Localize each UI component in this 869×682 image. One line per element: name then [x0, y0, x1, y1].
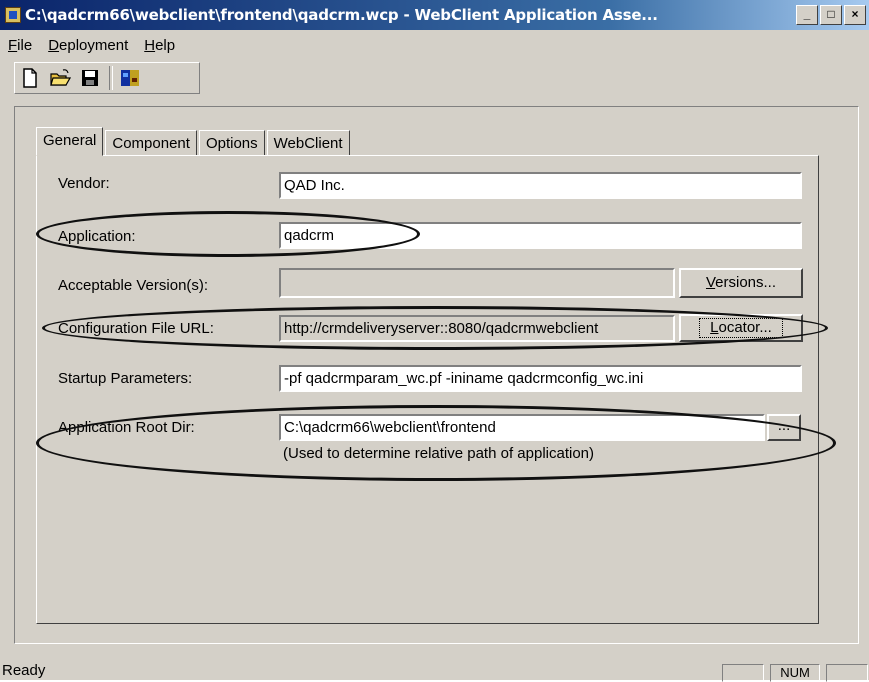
toolbar — [14, 62, 200, 94]
title-bar[interactable]: C:\qadcrm66\webclient\frontend\qadcrm.wc… — [0, 0, 869, 30]
save-disk-icon[interactable] — [79, 67, 101, 89]
tab-general[interactable]: General — [36, 127, 104, 156]
menu-bar: File Deployment Help — [0, 32, 183, 58]
menu-deployment[interactable]: Deployment — [48, 37, 128, 54]
status-num: NUM — [770, 664, 820, 682]
startup-params-label: Startup Parameters: — [58, 370, 193, 387]
status-cell-empty — [722, 664, 764, 682]
maximize-button[interactable]: □ — [820, 5, 842, 25]
status-text: Ready — [2, 662, 46, 679]
tab-options[interactable]: Options — [198, 130, 265, 156]
versions-field — [279, 268, 675, 298]
app-icon — [5, 7, 21, 23]
application-window: C:\qadcrm66\webclient\frontend\qadcrm.wc… — [0, 0, 869, 682]
highlight-ellipse-root-dir — [36, 405, 836, 481]
highlight-ellipse-application — [36, 211, 420, 257]
highlight-ellipse-config-url — [42, 306, 828, 350]
close-button[interactable]: × — [844, 5, 866, 25]
startup-params-field[interactable]: -pf qadcrmparam_wc.pf -ininame qadcrmcon… — [279, 365, 802, 392]
vendor-field[interactable]: QAD Inc. — [279, 172, 802, 199]
versions-button[interactable]: Versions... — [679, 268, 803, 298]
window-title: C:\qadcrm66\webclient\frontend\qadcrm.wc… — [25, 6, 658, 24]
status-bar: Ready NUM — [0, 656, 869, 682]
tab-strip: General Component Options WebClient — [36, 127, 352, 156]
tab-webclient[interactable]: WebClient — [266, 130, 350, 156]
deploy-icon[interactable] — [119, 67, 141, 89]
open-folder-icon[interactable] — [49, 67, 72, 89]
vendor-label: Vendor: — [58, 175, 110, 192]
versions-label: Acceptable Version(s): — [58, 277, 209, 294]
status-cell-scroll — [826, 664, 868, 682]
tab-component[interactable]: Component — [105, 130, 197, 156]
menu-help[interactable]: Help — [144, 37, 175, 54]
toolbar-separator — [109, 66, 113, 90]
menu-file[interactable]: File — [8, 37, 32, 54]
new-file-icon[interactable] — [19, 67, 41, 89]
minimize-button[interactable]: _ — [796, 5, 818, 25]
